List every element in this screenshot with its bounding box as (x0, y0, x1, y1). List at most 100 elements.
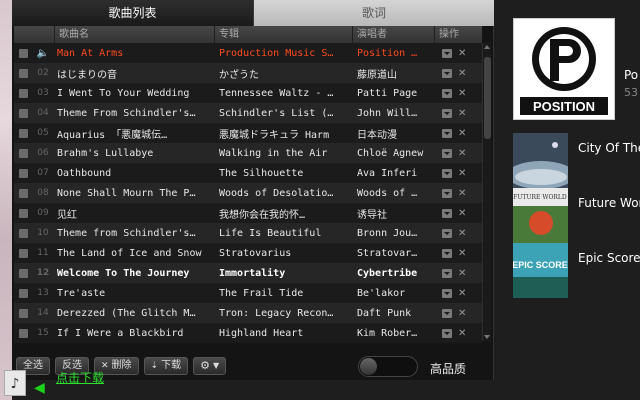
song-title[interactable]: Man At Arms (54, 48, 214, 59)
header-title[interactable]: 歌曲名 (54, 26, 214, 43)
song-album[interactable]: Stratovarius (214, 248, 352, 259)
song-title[interactable]: はじまりの音 (54, 66, 214, 81)
song-album[interactable]: 悪魔城ドラキュラ Harm (214, 126, 352, 141)
song-title[interactable]: If I Were a Blackbird (54, 328, 214, 339)
song-row[interactable]: 🔈 Man At Arms Production Music S… Position … (14, 43, 482, 63)
header-album[interactable]: 专辑 (214, 26, 352, 43)
checkbox-icon[interactable] (18, 88, 28, 98)
song-album[interactable]: Tron: Legacy Recon… (214, 308, 352, 319)
song-album[interactable]: Woods of Desolatio… (214, 188, 352, 199)
remove-icon[interactable]: ✕ (458, 148, 466, 159)
song-title[interactable]: Tre'aste (54, 288, 214, 299)
song-row[interactable]: 10 Theme from Schindler's… Life Is Beautif… (14, 223, 482, 243)
song-album[interactable]: Highland Heart (214, 328, 352, 339)
checkbox-icon[interactable] (18, 328, 28, 338)
song-artist[interactable]: Woods of … (352, 188, 434, 199)
song-artist[interactable]: Stratovar… (352, 248, 434, 259)
row-checkbox[interactable] (14, 108, 32, 118)
remove-icon[interactable]: ✕ (458, 68, 466, 79)
remove-icon[interactable]: ✕ (458, 88, 466, 99)
toggle-knob[interactable] (360, 358, 377, 375)
checkbox-icon[interactable] (18, 168, 28, 178)
song-title[interactable]: Brahm's Lullabye (54, 148, 214, 159)
checkbox-icon[interactable] (18, 228, 28, 238)
remove-icon[interactable]: ✕ (458, 128, 466, 139)
song-album[interactable]: Walking in the Air (214, 148, 352, 159)
checkbox-icon[interactable] (18, 308, 28, 318)
song-album[interactable]: The Silhouette (214, 168, 352, 179)
scroll-thumb[interactable] (484, 57, 491, 139)
song-row[interactable]: 06 Brahm's Lullabye Walking in the Air Chlo… (14, 143, 482, 163)
remove-icon[interactable]: ✕ (458, 268, 466, 279)
song-artist[interactable]: Position … (352, 48, 434, 59)
album-item[interactable]: City Of The (513, 133, 640, 188)
song-artist[interactable]: Bronn Jou… (352, 228, 434, 239)
checkbox-icon[interactable] (18, 248, 28, 258)
download-icon[interactable] (442, 208, 452, 218)
download-icon[interactable] (442, 268, 452, 278)
song-title[interactable]: Derezzed (The Glitch M… (54, 308, 214, 319)
song-album[interactable]: The Frail Tide (214, 288, 352, 299)
row-checkbox[interactable] (14, 308, 32, 318)
song-title[interactable]: Aquarius 「悪魔城伝… (54, 126, 214, 141)
song-album[interactable]: Immortality (214, 268, 352, 279)
tab-lyrics[interactable]: 歌词 (254, 0, 494, 26)
remove-icon[interactable]: ✕ (458, 208, 466, 219)
song-artist[interactable]: Patti Page (352, 88, 434, 99)
download-icon[interactable] (442, 128, 452, 138)
song-album[interactable]: Production Music S… (214, 48, 352, 59)
remove-icon[interactable]: ✕ (458, 228, 466, 239)
song-row[interactable]: 07 Oathbound The Silhouette Ava Inferi ✕ (14, 163, 482, 183)
remove-icon[interactable]: ✕ (458, 308, 466, 319)
download-icon[interactable] (442, 248, 452, 258)
quality-toggle[interactable] (358, 356, 418, 377)
row-checkbox[interactable] (14, 148, 32, 158)
song-row[interactable]: 05 Aquarius 「悪魔城伝… 悪魔城ドラキュラ Harm 日本动漫 ✕ (14, 123, 482, 143)
song-row[interactable]: 03 I Went To Your Wedding Tennessee Waltz … (14, 83, 482, 103)
song-title[interactable]: 见红 (54, 206, 214, 221)
download-link[interactable]: 点击下载 (56, 369, 104, 386)
row-checkbox[interactable] (14, 228, 32, 238)
song-row[interactable]: 13 Tre'aste The Frail Tide Be'lakor ✕ (14, 283, 482, 303)
song-list-scrollbar[interactable] (482, 43, 491, 341)
row-checkbox[interactable] (14, 128, 32, 138)
remove-icon[interactable]: ✕ (458, 168, 466, 179)
song-row[interactable]: 04 Theme From Schindler's… Schindler's Lis… (14, 103, 482, 123)
song-artist[interactable]: Cybertribe (352, 268, 434, 279)
checkbox-icon[interactable] (18, 288, 28, 298)
album-item[interactable]: EPIC SCORE Epic Score (513, 243, 640, 298)
download-icon[interactable] (442, 328, 452, 338)
checkbox-icon[interactable] (18, 148, 28, 158)
download-icon[interactable] (442, 68, 452, 78)
row-checkbox[interactable] (14, 328, 32, 338)
scroll-up-icon[interactable] (484, 45, 490, 49)
remove-icon[interactable]: ✕ (458, 108, 466, 119)
remove-icon[interactable]: ✕ (458, 288, 466, 299)
download-icon[interactable] (442, 48, 452, 58)
download-icon[interactable] (442, 108, 452, 118)
artist-logo[interactable]: POSITION (513, 18, 615, 120)
row-checkbox[interactable] (14, 208, 32, 218)
download-icon[interactable] (442, 228, 452, 238)
download-icon[interactable] (442, 88, 452, 98)
album-item[interactable]: FUTURE WORLD Future Work (513, 188, 640, 243)
remove-icon[interactable]: ✕ (458, 188, 466, 199)
song-artist[interactable]: John Will… (352, 108, 434, 119)
song-artist[interactable]: 藤原道山 (352, 66, 434, 81)
song-artist[interactable]: 诱导社 (352, 206, 434, 221)
header-artist[interactable]: 演唱者 (352, 26, 434, 43)
song-album[interactable]: Schindler's List (… (214, 108, 352, 119)
row-checkbox[interactable] (14, 188, 32, 198)
checkbox-icon[interactable] (18, 108, 28, 118)
checkbox-icon[interactable] (18, 268, 28, 278)
song-artist[interactable]: 日本动漫 (352, 126, 434, 141)
song-row[interactable]: 09 见红 我想你会在我的怀… 诱导社 ✕ (14, 203, 482, 223)
song-title[interactable]: Oathbound (54, 168, 214, 179)
settings-button[interactable]: ⚙ ▼ (193, 357, 227, 375)
artist-name[interactable]: Po (624, 68, 638, 82)
song-title[interactable]: Theme From Schindler's… (54, 108, 214, 119)
scroll-down-icon[interactable] (484, 335, 490, 339)
remove-icon[interactable]: ✕ (458, 248, 466, 259)
row-checkbox[interactable] (14, 248, 32, 258)
song-album[interactable]: Life Is Beautiful (214, 228, 352, 239)
